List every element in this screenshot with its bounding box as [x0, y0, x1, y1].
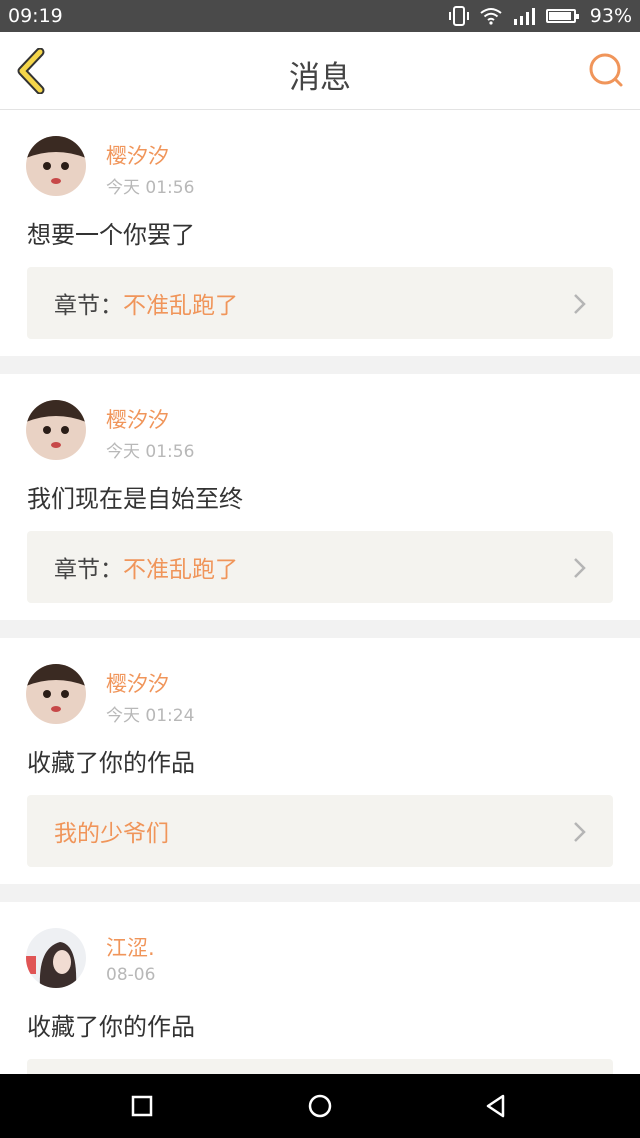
message-card[interactable]: 樱汐汐 今天 01:56 想要一个你罢了 章节： 不准乱跑了	[0, 110, 640, 356]
chapter-link[interactable]: 章节： 不准乱跑了	[27, 267, 613, 339]
battery-icon	[545, 9, 580, 23]
vibrate-icon	[448, 6, 470, 26]
timestamp: 08-06	[106, 965, 156, 985]
recent-apps-button[interactable]	[128, 1092, 156, 1120]
message-card[interactable]: 樱汐汐 今天 01:56 我们现在是自始至终 章节： 不准乱跑了	[0, 374, 640, 620]
wifi-icon	[480, 7, 502, 25]
avatar[interactable]	[26, 136, 86, 196]
user-name[interactable]: 江涩.	[106, 932, 155, 962]
link-value: 我的少爷们	[54, 821, 169, 847]
search-icon	[589, 53, 623, 87]
avatar[interactable]	[26, 928, 86, 988]
back-triangle-icon	[486, 1094, 505, 1118]
timestamp: 今天 01:56	[106, 442, 195, 462]
user-name[interactable]: 樱汐汐	[106, 140, 169, 170]
avatar[interactable]	[26, 400, 86, 460]
work-link[interactable]: 我的少爷们	[27, 795, 613, 867]
link-label: 章节：	[54, 293, 123, 319]
avatar[interactable]	[26, 664, 86, 724]
message-list: 樱汐汐 今天 01:56 想要一个你罢了 章节： 不准乱跑了 樱汐汐 今天 01…	[0, 110, 640, 1074]
link-value: 不准乱跑了	[123, 293, 238, 319]
message-text: 想要一个你罢了	[27, 221, 195, 249]
user-name[interactable]: 樱汐汐	[106, 668, 169, 698]
link-label: 章节：	[54, 557, 123, 583]
chapter-link[interactable]: 章节： 不准乱跑了	[27, 531, 613, 603]
message-text: 收藏了你的作品	[27, 1013, 195, 1041]
work-link[interactable]	[27, 1059, 613, 1074]
message-card[interactable]: 樱汐汐 今天 01:24 收藏了你的作品 我的少爷们	[0, 638, 640, 884]
back-nav-button[interactable]	[482, 1092, 510, 1120]
battery-percent: 93%	[589, 5, 632, 27]
header: 消息	[0, 32, 640, 110]
timestamp: 今天 01:56	[106, 178, 195, 198]
home-icon	[308, 1094, 332, 1118]
recent-apps-icon	[131, 1095, 153, 1117]
chevron-right-icon	[574, 294, 586, 314]
link-value: 不准乱跑了	[123, 557, 238, 583]
chevron-right-icon	[574, 558, 586, 578]
page-title: 消息	[289, 60, 351, 96]
status-time: 09:19	[8, 5, 63, 27]
chevron-right-icon	[574, 822, 586, 842]
home-button[interactable]	[306, 1092, 334, 1120]
message-card[interactable]: 江涩. 08-06 收藏了你的作品	[0, 902, 640, 1074]
user-name[interactable]: 樱汐汐	[106, 404, 169, 434]
timestamp: 今天 01:24	[106, 706, 195, 726]
system-nav-bar	[0, 1074, 640, 1138]
status-icons: 93%	[448, 5, 632, 27]
message-text: 收藏了你的作品	[27, 749, 195, 777]
status-bar: 09:19 93%	[0, 0, 640, 32]
message-text: 我们现在是自始至终	[27, 485, 243, 513]
signal-icon	[512, 7, 536, 25]
search-button[interactable]	[586, 50, 626, 90]
